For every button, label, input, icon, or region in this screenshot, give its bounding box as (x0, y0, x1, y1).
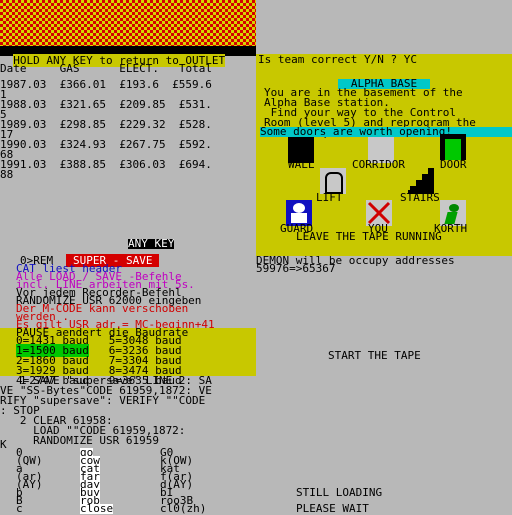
stairs-label: STAIRS (400, 191, 440, 204)
table-row: 1988.03 £321.65 £209.85 £531. (0, 98, 212, 111)
corridor-label: CORRIDOR (352, 158, 405, 171)
phoneme-table: 0 go G0 (QW) cow k(OW) a cat kat (ar) far f(ar) (AY)… (0, 447, 256, 515)
please-wait: PLEASE WAIT (296, 502, 369, 515)
still-loading: STILL LOADING (296, 486, 383, 499)
hold-key-banner: HOLD ANY KEY to return to OUTLET (0, 46, 256, 67)
table-row: 1990.03 £324.93 £267.75 £592. (0, 138, 212, 151)
code-line: RANDOMIZE USR 61959 (0, 434, 159, 447)
phoneme-word: close (80, 502, 114, 515)
basic-listing: 1 SAVE "supersave" LINE 2: SA VE "SS-Byte… (0, 375, 212, 447)
door-label: DOOR (440, 158, 467, 171)
lift-label: LIFT (316, 191, 343, 204)
bill-table: 1987.03 £366.01 £193.6 £559.6 1 1988.03 £3… (0, 78, 212, 181)
any-key-prompt: ANY KEY (128, 237, 175, 250)
wall-label: WALL (288, 158, 315, 171)
table-row: 1989.03 £298.85 £229.32 £528. (0, 118, 212, 131)
demon-address: 59976=>65367 (256, 262, 336, 275)
table-row: 1987.03 £366.01 £193.6 £559.6 (0, 78, 212, 91)
table-row-wrap: 88 (0, 168, 14, 181)
start-tape: START THE TAPE (328, 349, 421, 362)
panel-top-gap (256, 0, 512, 54)
team-prompt: Is team correct Y/N ? YC (258, 53, 417, 66)
table-header: Date GAS ELECT. Total (0, 62, 212, 75)
tape-running-text: LEAVE THE TAPE RUNNING (296, 230, 442, 243)
door-icon (440, 134, 466, 160)
checkered-banner (0, 0, 256, 46)
hint: Some doors are worth opening! (260, 126, 512, 137)
phoneme-code: cl0(zh) (160, 502, 207, 515)
table-row: 1991.03 £388.85 £306.03 £694. (0, 158, 212, 171)
phoneme-key: c (16, 502, 23, 515)
